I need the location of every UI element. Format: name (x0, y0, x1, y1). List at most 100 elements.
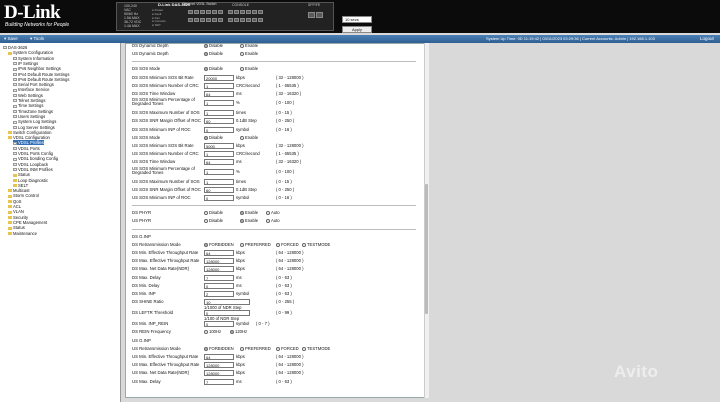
radio-option[interactable]: FORCED (276, 346, 299, 351)
value-input[interactable]: 5000 (204, 143, 234, 149)
radio-option[interactable]: TESTMODE (302, 346, 330, 351)
radio-button[interactable] (204, 211, 208, 216)
value-input[interactable]: 0 (204, 282, 234, 289)
radio-option[interactable]: Disable (204, 218, 223, 223)
value-input[interactable]: 64 (204, 250, 234, 256)
radio-option[interactable]: 120Hz (230, 329, 247, 334)
tree-item[interactable]: SELT (13, 183, 28, 188)
radio-button[interactable] (240, 211, 244, 216)
radio-option[interactable]: Auto (266, 210, 280, 215)
value-input[interactable]: 0 (204, 321, 234, 328)
radio-button[interactable] (266, 219, 270, 224)
radio-option[interactable]: Enable (240, 218, 258, 223)
value-input[interactable]: 7 (204, 378, 234, 385)
tree-item[interactable]: VLAN (8, 209, 24, 214)
tree-item[interactable]: VDSL INM Profiles (13, 167, 53, 172)
value-input[interactable]: 64 (204, 159, 234, 166)
value-input[interactable]: 0 (204, 195, 234, 201)
value-input[interactable]: 1 (204, 110, 234, 117)
tree-item[interactable]: VDSL Ports (13, 146, 40, 151)
radio-option[interactable]: Enable (240, 210, 258, 215)
value-input[interactable]: 7 (204, 274, 234, 281)
value-input[interactable]: 128000 (204, 362, 234, 369)
radio-option[interactable]: Disable (204, 44, 223, 48)
radio-option[interactable]: Disable (204, 51, 223, 56)
value-input[interactable]: 1 (204, 178, 234, 185)
radio-option[interactable]: Disable (204, 210, 223, 215)
tree-item[interactable]: Maintenance (8, 231, 37, 236)
radio-button[interactable] (240, 346, 244, 351)
value-input[interactable]: 20000 (204, 74, 234, 81)
value-input[interactable]: 128000 (204, 266, 234, 273)
radio-button[interactable] (240, 219, 244, 224)
tree-item[interactable]: IP Settings (13, 61, 38, 66)
logout-link[interactable]: Logout (700, 36, 714, 42)
radio-option[interactable]: FORCED (276, 242, 299, 247)
radio-option[interactable]: FORBIDDEN (204, 242, 234, 247)
tree-item[interactable]: VDSL Profiles (13, 140, 44, 146)
radio-button[interactable] (204, 52, 208, 57)
value-input[interactable]: 64 (204, 354, 234, 360)
value-input[interactable]: 0 (204, 126, 234, 133)
tree-item[interactable]: Multicast (8, 188, 30, 193)
value-input[interactable]: 60 (204, 118, 234, 125)
radio-option[interactable]: PREFERRED (240, 242, 271, 247)
radio-option[interactable]: TESTMODE (302, 242, 330, 247)
radio-button[interactable] (276, 346, 280, 351)
value-input[interactable]: 2 (204, 291, 234, 297)
tree-item[interactable]: ACL (8, 204, 21, 209)
value-input[interactable]: 64 (204, 91, 234, 97)
tree-item[interactable]: Security (8, 215, 28, 220)
tree-item[interactable]: VDSL Configuration (8, 135, 50, 140)
tree-item[interactable]: VDSL bonding Config (13, 156, 58, 161)
tree-item[interactable]: CPE Management (8, 220, 47, 225)
radio-option[interactable]: Disable (204, 66, 223, 71)
radio-button[interactable] (204, 44, 208, 48)
value-input[interactable]: 1 (204, 100, 234, 107)
tree-item[interactable]: Loop Diagnostic (13, 178, 48, 183)
radio-button[interactable] (240, 135, 244, 140)
tree-item[interactable]: Telnet Settings (13, 98, 45, 103)
tree-item[interactable]: VDSL Ports Config (13, 151, 53, 156)
radio-option[interactable]: Auto (266, 218, 280, 223)
tree-item[interactable]: Switch Configuration (8, 130, 51, 135)
radio-button[interactable] (302, 242, 306, 247)
tree-item[interactable]: Users Settings (13, 114, 45, 119)
tree-item[interactable]: IPv6 Default Route Settings (13, 77, 69, 82)
apply-button[interactable]: Apply (342, 26, 372, 33)
radio-button[interactable] (204, 330, 208, 335)
refresh-interval-select[interactable]: 10 secs (342, 16, 372, 23)
value-input[interactable]: 1 (204, 168, 234, 175)
tree-item[interactable]: Interface Service (13, 87, 49, 92)
radio-option[interactable]: Enable (240, 51, 258, 56)
radio-button[interactable] (240, 67, 244, 72)
radio-option[interactable]: PREFERRED (240, 346, 271, 351)
tree-item[interactable]: TimeZone Settings (13, 109, 53, 114)
radio-button[interactable] (240, 242, 244, 247)
radio-button[interactable] (204, 219, 208, 224)
tree-item[interactable]: System Information (13, 56, 54, 61)
tree-item[interactable]: System Log Settings (13, 119, 56, 124)
tree-item[interactable]: Status (13, 172, 30, 177)
tree-item[interactable]: Status (8, 225, 25, 230)
tree-item[interactable]: IPv6 Neighbor Settings (13, 66, 61, 71)
radio-option[interactable]: 100Hz (204, 329, 221, 334)
radio-button[interactable] (302, 346, 306, 351)
tree-item[interactable]: QoS (8, 199, 21, 204)
tree-item[interactable]: System Configuration (8, 50, 53, 55)
radio-button[interactable] (230, 330, 234, 335)
save-menu[interactable]: ▾ Save (4, 36, 18, 42)
radio-button[interactable] (266, 211, 270, 216)
radio-option[interactable]: Enable (240, 44, 258, 48)
value-input[interactable]: 128000 (204, 370, 234, 377)
radio-button[interactable] (240, 44, 244, 48)
radio-button[interactable] (204, 135, 208, 140)
radio-option[interactable]: FORBIDDEN (204, 346, 234, 351)
tree-item[interactable]: Log Server Settings (13, 125, 55, 130)
tree-item[interactable]: Web Settings (13, 93, 43, 98)
radio-button[interactable] (204, 242, 208, 247)
tree-item[interactable]: Time Settings (13, 103, 43, 108)
radio-button[interactable] (240, 52, 244, 57)
tree-item[interactable]: Storm Control (8, 193, 39, 198)
value-input[interactable]: 128000 (204, 258, 234, 265)
